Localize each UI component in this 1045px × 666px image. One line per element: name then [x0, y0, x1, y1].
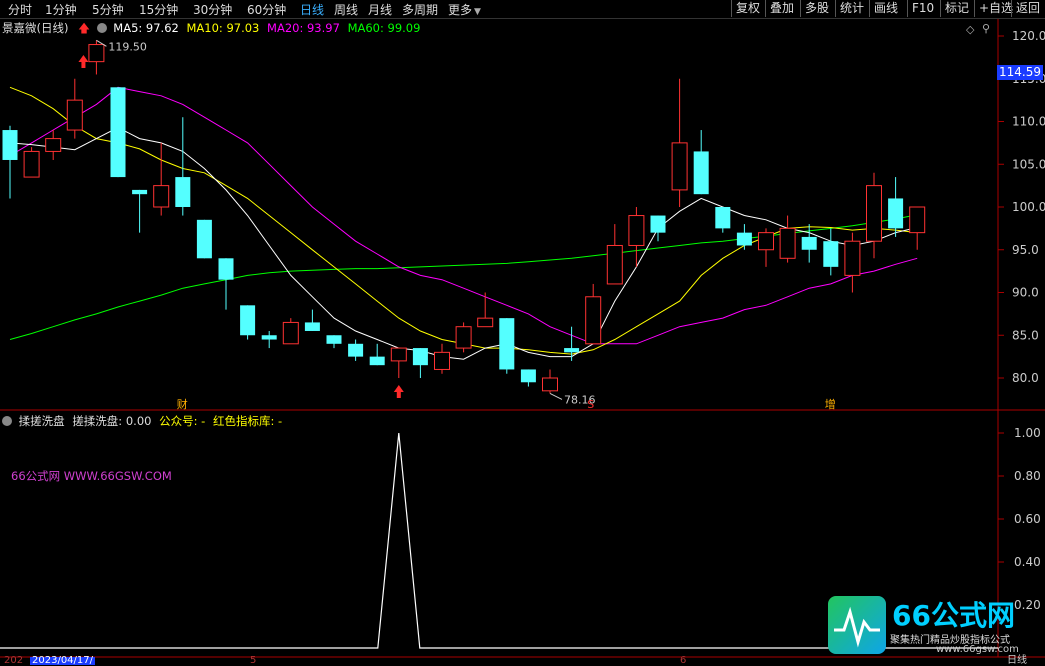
candle-body-up	[434, 351, 450, 370]
candle-body-down	[801, 236, 817, 250]
candle-body-down	[218, 258, 234, 280]
candle-body-up	[866, 185, 882, 242]
lib-label: 红色指标库: -	[212, 414, 283, 428]
candle-body-up	[606, 244, 623, 285]
price-tick-label: 85.0	[1012, 328, 1039, 342]
candle-body-up	[282, 321, 299, 345]
candle-body-up	[758, 232, 774, 251]
current-date: 2023/04/17/	[30, 655, 96, 666]
price-tick-label: 105.0	[1012, 157, 1045, 171]
candle-body-down	[823, 241, 839, 267]
candle-body-down	[2, 130, 18, 160]
sub-tick-label: 0.40	[1014, 555, 1041, 569]
settings-icon[interactable]	[96, 23, 107, 33]
candle-body-up	[153, 185, 170, 208]
candle-body-down	[693, 151, 709, 195]
candle-body-down	[132, 189, 148, 195]
candle-body-up	[390, 347, 407, 362]
sub-tick-label: 0.60	[1014, 512, 1041, 526]
candle-body-up	[844, 240, 861, 276]
candle-body-down	[520, 369, 536, 383]
marker-cai: 财	[177, 397, 188, 411]
price-tick-label: 90.0	[1012, 286, 1039, 300]
red-arrow-icon: 🡅	[78, 21, 90, 35]
ma10-label: MA10: 97.03	[186, 21, 260, 35]
candle-body-down	[715, 207, 731, 229]
candle-body-down	[196, 219, 212, 259]
red-arrow-icon	[78, 55, 89, 68]
sub-legend: 揉搓洗盘 搓揉洗盘: 0.00 公众号: - 红色指标库: -	[2, 413, 282, 429]
logo-icon	[828, 596, 886, 654]
red-arrow-icon	[393, 385, 404, 398]
candle-body-up	[477, 317, 494, 328]
candle-body-down	[326, 335, 342, 344]
candle-body-up	[542, 377, 558, 392]
ma5-label: MA5: 97.62	[113, 21, 179, 35]
candle-body-down	[736, 232, 752, 246]
ma20-label: MA20: 93.97	[267, 21, 340, 35]
price-tick-label: 100.0	[1012, 200, 1045, 214]
stock-name: 景嘉微(日线)	[2, 21, 69, 35]
kline-chart[interactable]: 120.0115.0110.0105.0100.095.090.085.080.…	[0, 0, 1045, 666]
candle-body-up	[628, 215, 645, 246]
date-tick-6: 6	[680, 655, 687, 666]
diamond-icon[interactable]: ◇	[966, 23, 974, 36]
candle-body-down	[499, 318, 515, 370]
candle-body-up	[779, 227, 796, 259]
candle-body-up	[585, 296, 602, 345]
candle-body-down	[369, 356, 385, 366]
candle-body-down	[650, 215, 666, 233]
low-pointer	[549, 392, 563, 400]
watermark-url: www.66gsw.com	[936, 644, 1019, 655]
price-tick-label: 110.0	[1012, 115, 1045, 129]
ma10-line	[9, 86, 918, 355]
high-price-label: 119.50	[108, 40, 146, 53]
candle-body-down	[304, 322, 320, 331]
sub-tick-label: 1.00	[1014, 426, 1041, 440]
candle-body-up	[909, 206, 926, 234]
sub-tick-label: 0.80	[1014, 469, 1041, 483]
site-watermark: 66公式网 聚集热门精品炒股指标公式 www.66gsw.com	[826, 594, 1045, 662]
date-tick-5: 5	[250, 655, 257, 666]
candle-body-down	[175, 177, 191, 207]
price-tick-label: 120.0	[1012, 29, 1045, 43]
site-text: 66公式网 WWW.66GSW.COM	[11, 469, 172, 483]
candle-body-down	[888, 198, 904, 229]
candle-body-up	[23, 150, 40, 178]
marker-s: S	[587, 398, 594, 411]
candle-body-up	[671, 142, 688, 191]
candle-body-up	[66, 99, 83, 131]
marker-zeng: 增	[825, 397, 836, 411]
year-prefix: 202	[4, 655, 24, 666]
candle-body-up	[455, 326, 472, 349]
watermark-logo-text: 66公式网	[892, 599, 1015, 632]
chevron-down-icon[interactable]	[2, 416, 12, 426]
candle-body-down	[348, 343, 364, 357]
candle-body-down	[240, 305, 256, 336]
candle-body-up	[88, 44, 105, 63]
gzh-label: 公众号: -	[159, 414, 206, 428]
indicator-value: 搓揉洗盘: 0.00	[72, 414, 152, 428]
pin-icon[interactable]: ⚲	[982, 22, 990, 35]
ma60-label: MA60: 99.09	[347, 21, 421, 35]
ma20-line	[9, 86, 918, 345]
main-legend: 景嘉微(日线) 🡅 MA5: 97.62 MA10: 97.03 MA20: 9…	[2, 20, 420, 40]
price-tick-label: 80.0	[1012, 371, 1039, 385]
candle-body-down	[110, 87, 126, 178]
candle-body-down	[412, 348, 428, 366]
price-tick-label: 95.0	[1012, 243, 1039, 257]
candle-body-down	[261, 335, 277, 340]
indicator-name[interactable]: 揉搓洗盘	[19, 414, 65, 428]
candle-body-up	[45, 138, 62, 152]
candle-body-down	[564, 348, 580, 353]
current-price-badge: 114.59	[997, 65, 1043, 80]
